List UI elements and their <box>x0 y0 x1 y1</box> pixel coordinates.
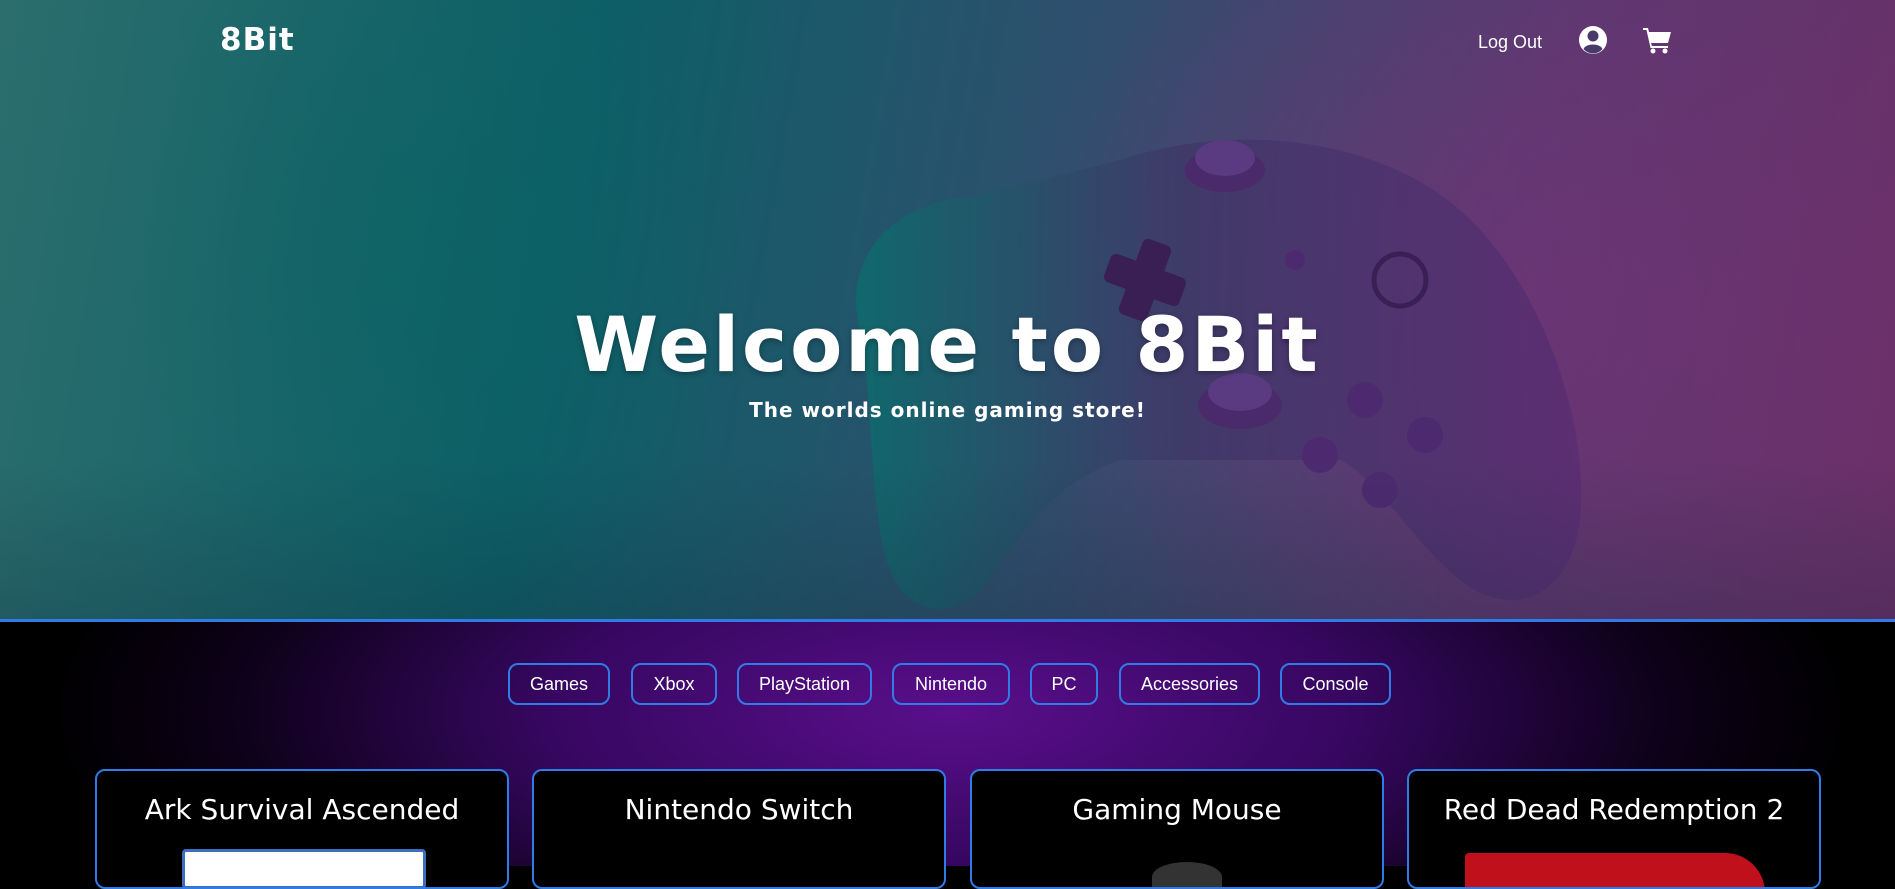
category-playstation-button[interactable]: PlayStation <box>737 663 872 705</box>
product-image <box>1152 862 1222 887</box>
product-title: Gaming Mouse <box>1072 793 1282 826</box>
shopping-cart-icon[interactable] <box>1642 26 1672 54</box>
user-circle-icon[interactable] <box>1578 25 1608 55</box>
product-card[interactable]: Gaming Mouse <box>970 769 1384 889</box>
product-card[interactable]: Red Dead Redemption 2 <box>1407 769 1821 889</box>
site-logo[interactable]: 8Bit <box>220 22 295 58</box>
top-nav: 8Bit Log Out <box>0 0 1895 84</box>
product-card[interactable]: Ark Survival Ascended <box>95 769 509 889</box>
hero-subtitle: The worlds online gaming store! <box>749 398 1146 422</box>
category-games-button[interactable]: Games <box>508 663 610 705</box>
category-pc-button[interactable]: PC <box>1030 663 1098 705</box>
category-nintendo-button[interactable]: Nintendo <box>892 663 1010 705</box>
hero-title: Welcome to 8Bit <box>574 300 1321 389</box>
product-title: Ark Survival Ascended <box>144 793 460 826</box>
product-title: Red Dead Redemption 2 <box>1443 793 1785 826</box>
logout-link[interactable]: Log Out <box>1478 32 1542 53</box>
product-title: Nintendo Switch <box>624 793 854 826</box>
product-image <box>182 849 426 887</box>
product-image <box>1465 853 1765 887</box>
category-accessories-button[interactable]: Accessories <box>1119 663 1260 705</box>
product-card[interactable]: Nintendo Switch <box>532 769 946 889</box>
category-console-button[interactable]: Console <box>1280 663 1391 705</box>
category-xbox-button[interactable]: Xbox <box>631 663 717 705</box>
category-filters: Games Xbox PlayStation Nintendo PC Acces… <box>0 663 1895 711</box>
